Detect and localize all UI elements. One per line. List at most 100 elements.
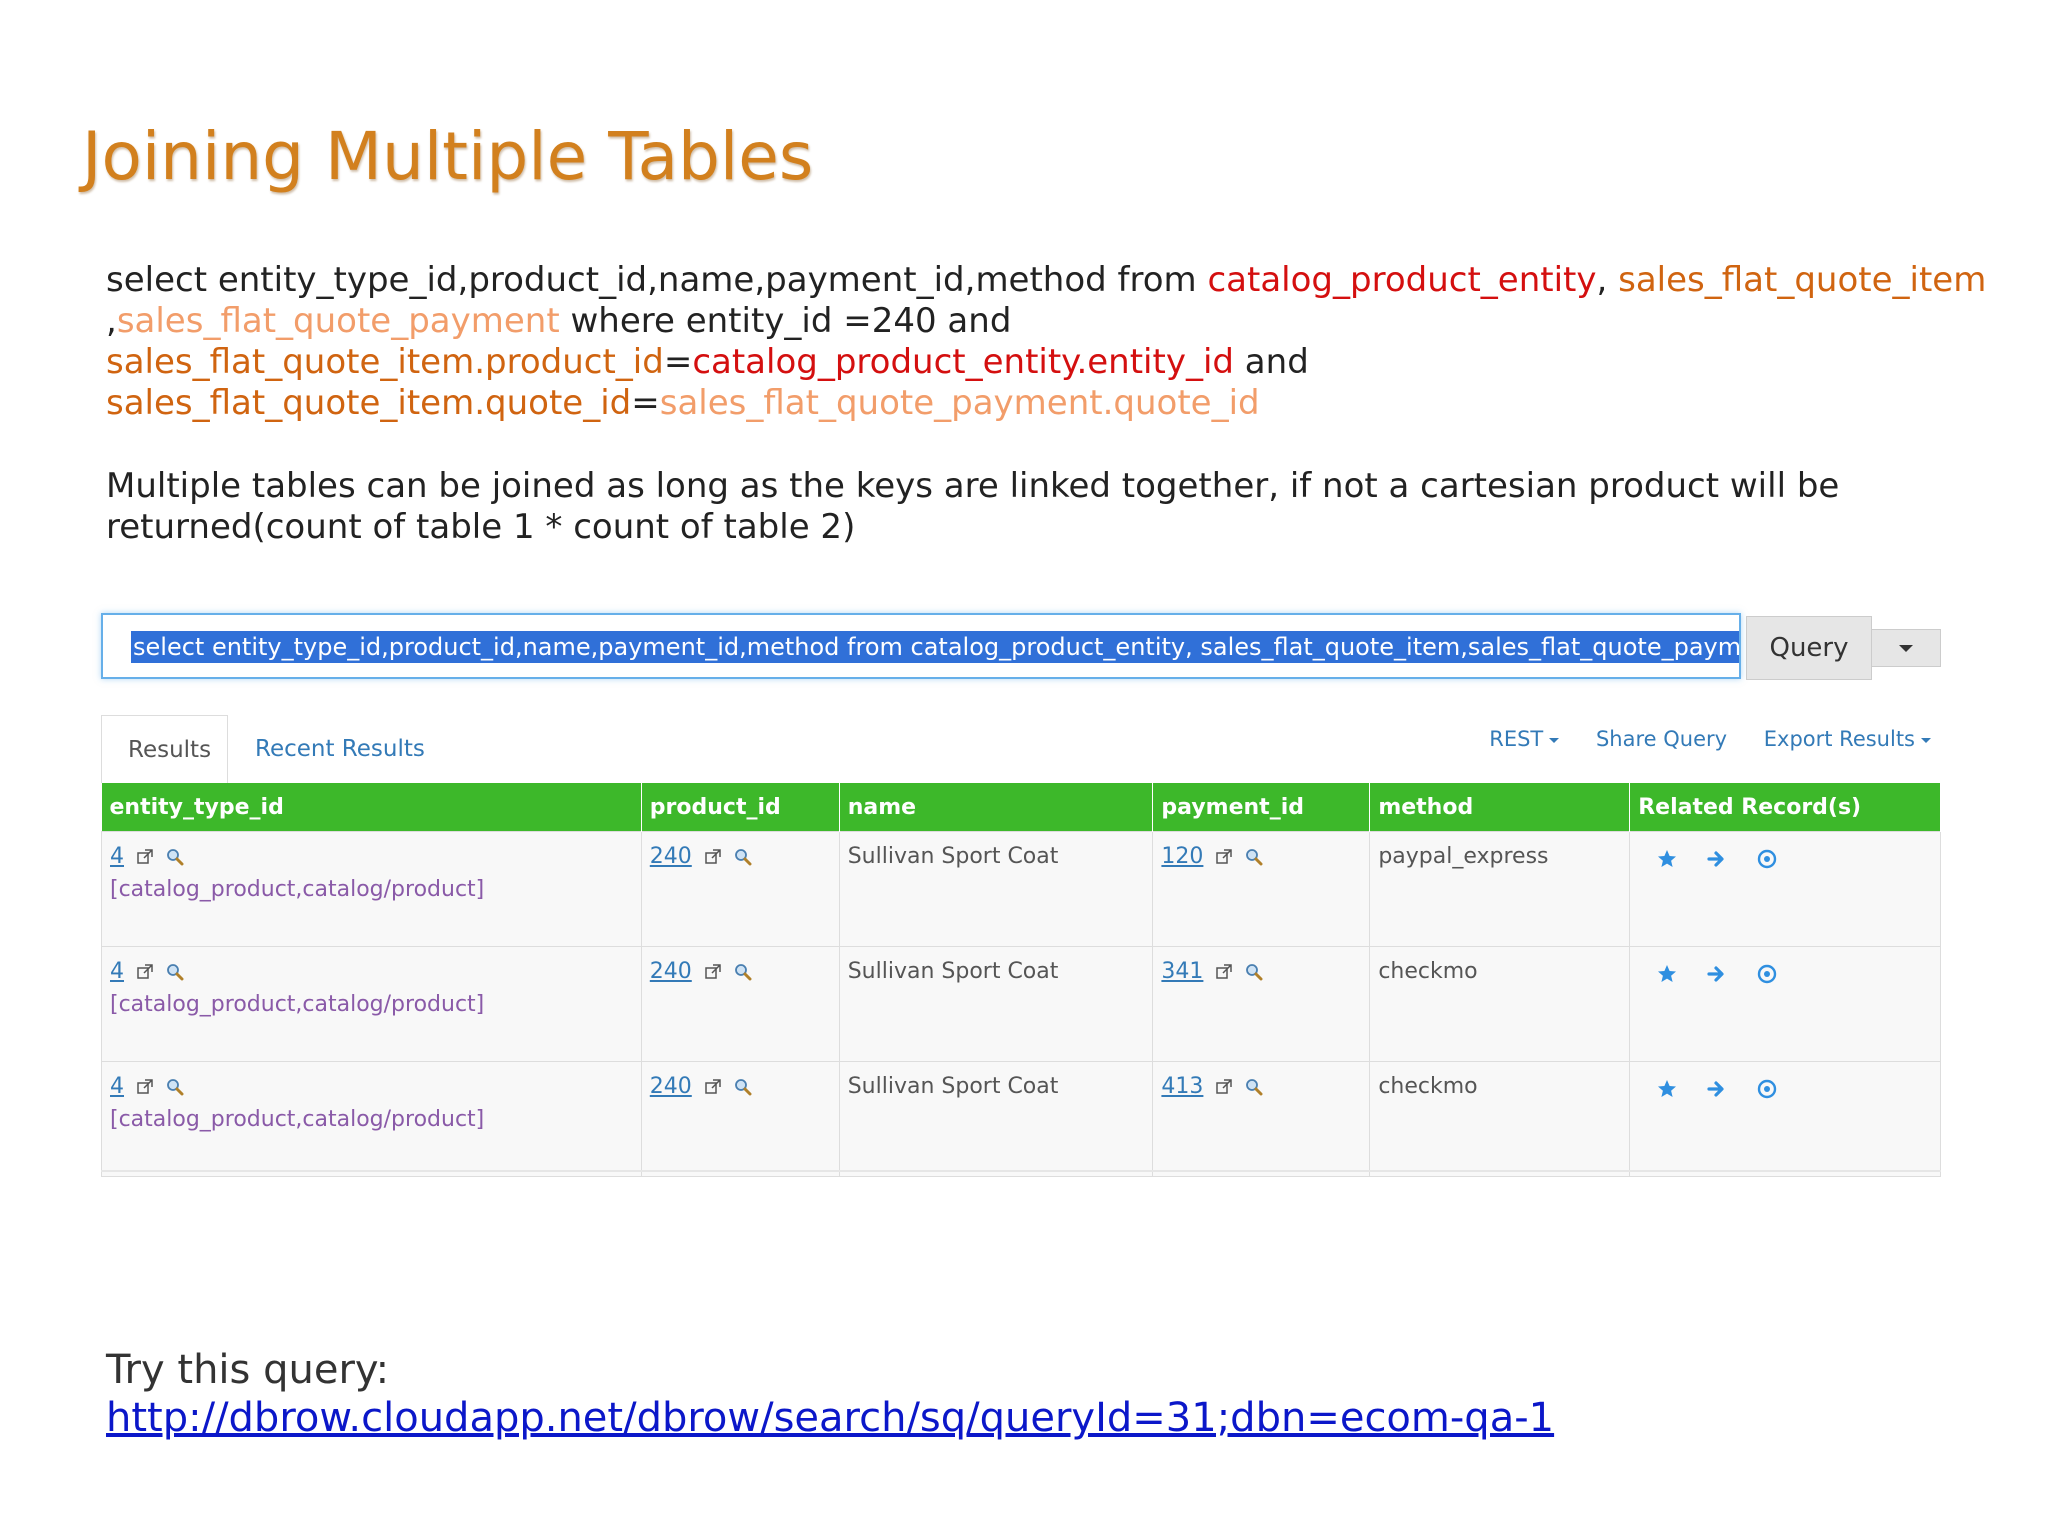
caret-down-icon	[1921, 737, 1931, 743]
entity-type-id-link[interactable]: 4	[110, 844, 124, 869]
export-results-dropdown[interactable]: Export Results	[1764, 727, 1931, 751]
sql-table-quote-payment: sales_flat_quote_payment	[116, 301, 560, 341]
query-input-selected-text[interactable]: select entity_type_id,product_id,name,pa…	[131, 631, 1739, 663]
tab-recent-results[interactable]: Recent Results	[229, 715, 451, 783]
cell-payment-id: 413	[1152, 1061, 1371, 1177]
external-link-icon[interactable]	[136, 1078, 154, 1096]
payment-id-link[interactable]: 341	[1161, 959, 1203, 984]
external-link-icon[interactable]	[1215, 963, 1233, 981]
magnifier-icon[interactable]	[734, 1078, 752, 1096]
target-icon[interactable]	[1756, 1078, 1778, 1100]
table-row: 4 [catalog_product,catalog/product] 240 Sul…	[101, 946, 1941, 1062]
col-header-entity-type-id[interactable]: entity_type_id	[101, 783, 642, 832]
sql-select-clause: select entity_type_id,product_id,name,pa…	[106, 260, 1208, 300]
external-link-icon[interactable]	[136, 848, 154, 866]
cell-payment-id: 341	[1152, 946, 1371, 1062]
col-header-name[interactable]: name	[839, 783, 1154, 832]
target-icon[interactable]	[1756, 848, 1778, 870]
magnifier-icon[interactable]	[166, 1078, 184, 1096]
sql-join1-right: catalog_product_entity.entity_id	[692, 342, 1234, 382]
target-icon[interactable]	[1756, 963, 1778, 985]
divider	[101, 1170, 1941, 1172]
cell-name: Sullivan Sport Coat	[838, 831, 1154, 947]
external-link-icon[interactable]	[136, 963, 154, 981]
sql-comma: ,	[1596, 260, 1619, 300]
external-link-icon[interactable]	[704, 1078, 722, 1096]
results-table: entity_type_id product_id name payment_i…	[101, 783, 1941, 1177]
col-header-product-id[interactable]: product_id	[641, 783, 840, 832]
try-query-link[interactable]: http://dbrow.cloudapp.net/dbrow/search/s…	[106, 1394, 1554, 1442]
caret-down-icon	[1549, 737, 1560, 743]
results-tabs: Results Recent Results REST Share Query …	[101, 715, 1941, 783]
sql-join1-left: sales_flat_quote_item.product_id	[106, 342, 664, 382]
cell-method: paypal_express	[1369, 831, 1631, 947]
external-link-icon[interactable]	[704, 848, 722, 866]
query-button[interactable]: Query	[1746, 616, 1872, 680]
payment-id-link[interactable]: 413	[1161, 1074, 1203, 1099]
sql-equals: =	[631, 383, 660, 423]
sql-join2-right: sales_flat_quote_payment.quote_id	[659, 383, 1260, 423]
magnifier-icon[interactable]	[734, 848, 752, 866]
payment-method: paypal_express	[1378, 844, 1549, 869]
query-bar: select entity_type_id,product_id,name,pa…	[101, 613, 1941, 683]
query-dropdown-toggle[interactable]	[1871, 629, 1941, 667]
try-query-section: Try this query: http://dbrow.cloudapp.ne…	[106, 1346, 1554, 1442]
col-header-payment-id[interactable]: payment_id	[1152, 783, 1371, 832]
product-name: Sullivan Sport Coat	[847, 1074, 1059, 1099]
cell-entity-type-id: 4 [catalog_product,catalog/product]	[101, 946, 642, 1062]
magnifier-icon[interactable]	[166, 963, 184, 981]
payment-method: checkmo	[1378, 1074, 1478, 1099]
tab-results[interactable]: Results	[101, 715, 228, 783]
magnifier-icon[interactable]	[1245, 1078, 1263, 1096]
payment-method: checkmo	[1378, 959, 1478, 984]
entity-type-detail: [catalog_product,catalog/product]	[110, 992, 485, 1017]
star-icon[interactable]	[1656, 1078, 1678, 1100]
external-link-icon[interactable]	[1215, 848, 1233, 866]
cell-name: Sullivan Sport Coat	[838, 946, 1154, 1062]
cell-product-id: 240	[640, 1061, 840, 1177]
product-id-link[interactable]: 240	[650, 844, 692, 869]
try-query-label: Try this query:	[106, 1347, 390, 1393]
entity-type-detail: [catalog_product,catalog/product]	[110, 877, 485, 902]
query-input[interactable]: select entity_type_id,product_id,name,pa…	[101, 613, 1741, 679]
sql-comma: ,	[106, 301, 117, 341]
external-link-icon[interactable]	[704, 963, 722, 981]
product-id-link[interactable]: 240	[650, 959, 692, 984]
export-label[interactable]: Export Results	[1764, 727, 1915, 751]
cell-related-records	[1629, 1061, 1941, 1177]
payment-id-link[interactable]: 120	[1161, 844, 1203, 869]
magnifier-icon[interactable]	[1245, 848, 1263, 866]
rest-label[interactable]: REST	[1489, 727, 1543, 751]
arrow-right-icon[interactable]	[1706, 848, 1728, 870]
sql-statement: select entity_type_id,product_id,name,pa…	[106, 260, 1986, 424]
arrow-right-icon[interactable]	[1706, 1078, 1728, 1100]
cell-related-records	[1629, 946, 1941, 1062]
col-header-related-records: Related Record(s)	[1629, 783, 1941, 832]
col-header-method[interactable]: method	[1369, 783, 1631, 832]
star-icon[interactable]	[1656, 848, 1678, 870]
table-header-row: entity_type_id product_id name payment_i…	[101, 783, 1941, 832]
star-icon[interactable]	[1656, 963, 1678, 985]
sql-table-quote-item: sales_flat_quote_item	[1618, 260, 1987, 300]
magnifier-icon[interactable]	[734, 963, 752, 981]
arrow-right-icon[interactable]	[1706, 963, 1728, 985]
sql-join2-left: sales_flat_quote_item.quote_id	[106, 383, 632, 423]
sql-and: and	[1234, 342, 1309, 382]
magnifier-icon[interactable]	[1245, 963, 1263, 981]
product-id-link[interactable]: 240	[650, 1074, 692, 1099]
cell-payment-id: 120	[1152, 831, 1371, 947]
entity-type-id-link[interactable]: 4	[110, 959, 124, 984]
sql-where-clause: where entity_id =240 and	[559, 301, 1012, 341]
external-link-icon[interactable]	[1215, 1078, 1233, 1096]
explanation-text: Multiple tables can be joined as long as…	[106, 466, 1840, 547]
sql-equals: =	[663, 342, 693, 382]
share-query-link[interactable]: Share Query	[1596, 727, 1727, 751]
entity-type-id-link[interactable]: 4	[110, 1074, 124, 1099]
magnifier-icon[interactable]	[166, 848, 184, 866]
sql-table-catalog: catalog_product_entity	[1207, 260, 1597, 300]
rest-dropdown[interactable]: REST	[1489, 727, 1560, 751]
cell-entity-type-id: 4 [catalog_product,catalog/product]	[101, 831, 642, 947]
table-row: 4 [catalog_product,catalog/product] 240 Sul…	[101, 1061, 1941, 1177]
result-actions: REST Share Query Export Results	[1459, 727, 1931, 751]
cell-name: Sullivan Sport Coat	[838, 1061, 1154, 1177]
